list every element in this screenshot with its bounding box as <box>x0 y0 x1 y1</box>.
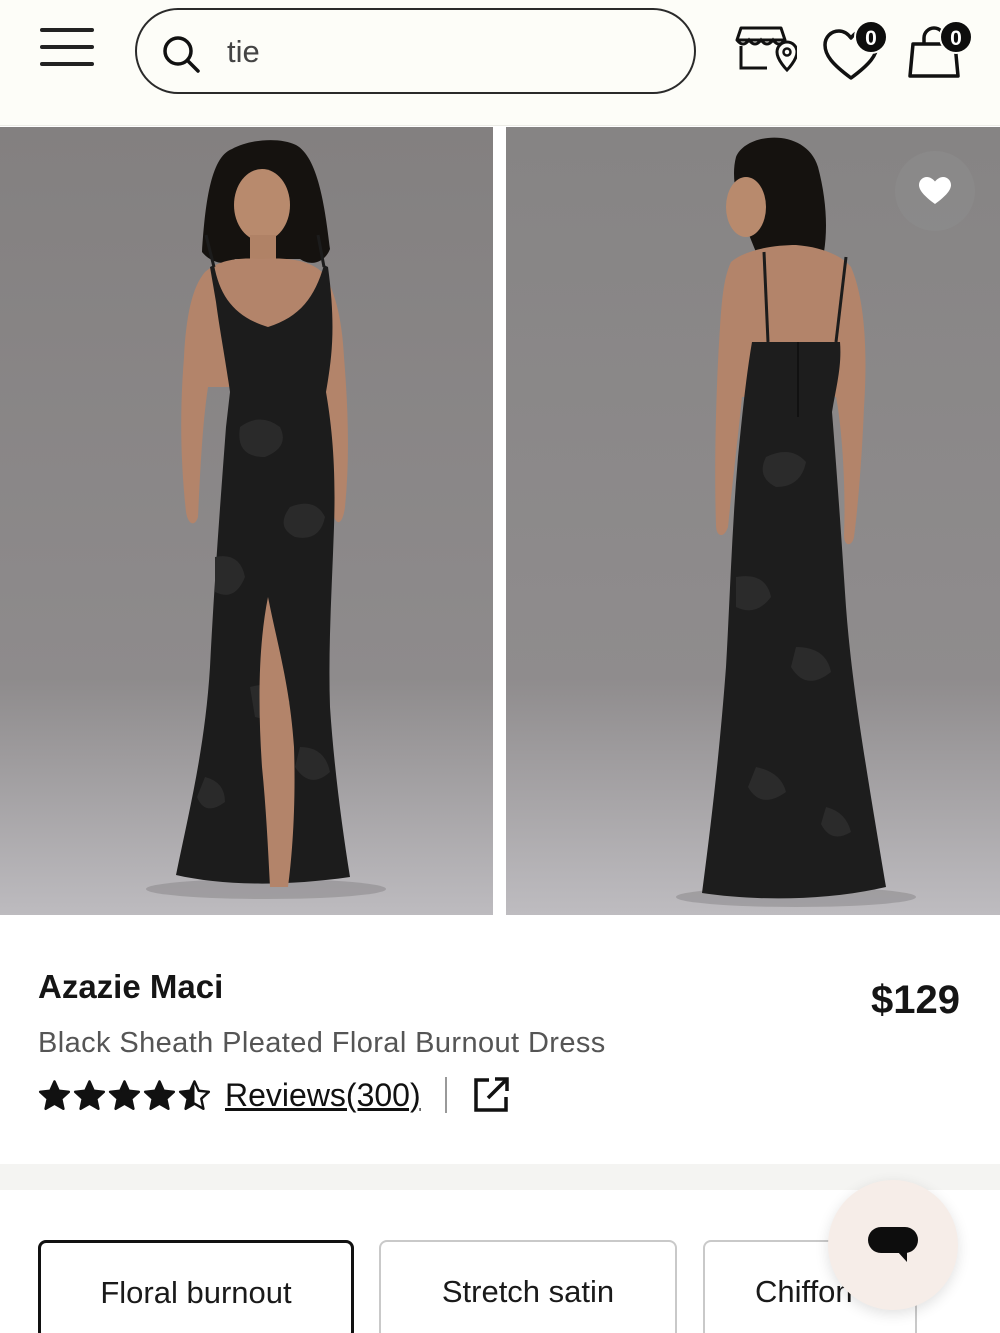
product-gallery[interactable] <box>0 127 1000 915</box>
search-input[interactable] <box>227 28 667 76</box>
product-name: Black Sheath Pleated Floral Burnout Dres… <box>38 1027 606 1059</box>
section-divider <box>0 1164 1000 1190</box>
heart-filled-icon <box>919 177 951 204</box>
chat-button[interactable] <box>828 1180 958 1310</box>
store-locator-icon[interactable] <box>735 22 797 80</box>
search-icon <box>163 36 200 73</box>
star-rating <box>38 1079 211 1112</box>
star-full-icon <box>143 1079 176 1110</box>
fabric-option-floral-burnout[interactable]: Floral burnout <box>38 1240 354 1333</box>
top-header: 0 0 <box>0 0 1000 126</box>
product-image-front[interactable] <box>0 127 493 915</box>
star-full-icon <box>73 1079 106 1110</box>
chat-bubble-icon <box>868 1227 918 1262</box>
external-link-icon[interactable] <box>471 1075 511 1115</box>
search-bar[interactable] <box>135 8 696 94</box>
rating-row: Reviews(300) <box>38 1072 511 1118</box>
wishlist-count-badge: 0 <box>854 20 888 54</box>
hamburger-menu-icon[interactable] <box>40 28 94 74</box>
product-price: $129 <box>871 978 960 1022</box>
star-half-icon <box>178 1079 211 1110</box>
cart-button[interactable]: 0 <box>905 20 975 82</box>
reviews-link[interactable]: Reviews(300) <box>225 1077 421 1114</box>
star-full-icon <box>38 1079 71 1110</box>
fabric-option-stretch-satin[interactable]: Stretch satin <box>379 1240 677 1333</box>
divider <box>444 1077 447 1113</box>
product-image-back[interactable] <box>506 127 1000 915</box>
wishlist-button[interactable]: 0 <box>820 20 890 82</box>
star-full-icon <box>108 1079 141 1110</box>
product-brand: Azazie Maci <box>38 968 224 1005</box>
favorite-button[interactable] <box>895 151 975 231</box>
cart-count-badge: 0 <box>939 20 973 54</box>
